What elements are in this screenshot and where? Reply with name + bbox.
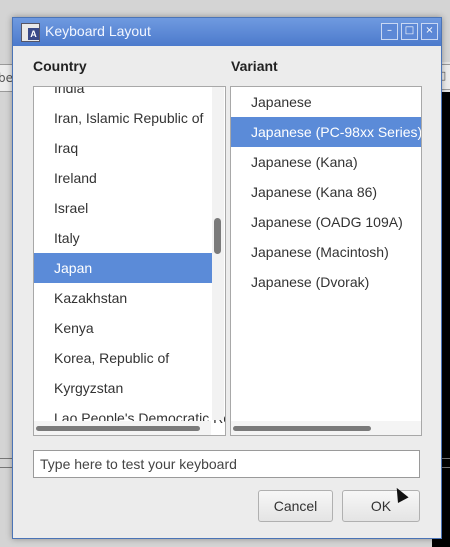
dialog-titlebar[interactable]: A Keyboard Layout – □ × [13,18,441,46]
country-column-header: Country [33,58,87,74]
country-list-item[interactable]: Iraq [34,133,214,163]
minimize-button[interactable]: – [381,23,398,40]
variant-list-item[interactable]: Japanese [231,87,421,117]
country-list-item[interactable]: Korea, Republic of [34,343,214,373]
variant-list-item[interactable]: Japanese (Dvorak) [231,267,421,297]
country-list[interactable]: Lao People's Democratic RepublicKyrgyzst… [33,86,226,436]
variant-horizontal-scrollbar[interactable] [231,421,421,435]
ok-button[interactable]: OK [342,490,420,522]
country-list-item[interactable]: Japan [34,253,212,283]
variant-list[interactable]: Japanese (Dvorak) Japanese (Macintosh) Jap… [230,86,422,436]
close-button[interactable]: × [421,23,438,40]
country-list-item[interactable]: Kenya [34,313,214,343]
country-list-item[interactable]: Ireland [34,163,214,193]
keyboard-app-icon: A [21,23,40,42]
variant-list-item[interactable]: Japanese (OADG 109A) [231,207,421,237]
country-list-item[interactable]: Israel [34,193,214,223]
variant-list-item[interactable]: Japanese (PC-98xx Series) [231,117,421,147]
country-list-item[interactable]: Kazakhstan [34,283,214,313]
country-vertical-scrollbar[interactable] [212,87,224,420]
country-horizontal-scrollbar[interactable] [34,421,211,435]
variant-column-header: Variant [231,58,278,74]
cancel-button[interactable]: Cancel [258,490,333,522]
country-list-item[interactable]: India [34,87,214,103]
dialog-title: Keyboard Layout [45,23,151,39]
variant-list-item[interactable]: Japanese (Kana) [231,147,421,177]
country-scroll-thumb[interactable] [214,218,221,254]
variant-hscroll-thumb[interactable] [233,426,371,431]
country-list-item[interactable]: Kyrgyzstan [34,373,214,403]
keyboard-layout-dialog: A Keyboard Layout – □ × Country Variant … [12,17,442,539]
maximize-button[interactable]: □ [401,23,418,40]
variant-list-item[interactable]: Japanese (Macintosh) [231,237,421,267]
country-list-item[interactable]: Italy [34,223,214,253]
country-hscroll-thumb[interactable] [36,426,200,431]
keyboard-test-input[interactable]: Type here to test your keyboard [33,450,420,478]
variant-list-item[interactable]: Japanese (Kana 86) [231,177,421,207]
country-list-item[interactable]: Iran, Islamic Republic of [34,103,214,133]
